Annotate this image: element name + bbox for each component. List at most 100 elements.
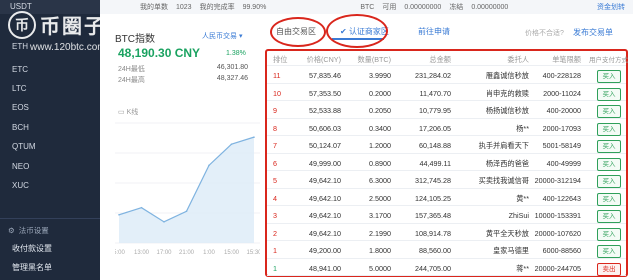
- kline-label: ▭ K线: [118, 107, 138, 117]
- qty-cell: 0.2050: [369, 106, 391, 115]
- table-row: 1 48,941.00 5.0000 244,705.00 蒋** 20000-24470…: [267, 259, 626, 276]
- price-cell: 57,353.50: [309, 88, 341, 98]
- post-order-link[interactable]: 发布交易单: [573, 27, 613, 38]
- limit-cell: 2000-11024: [543, 88, 581, 98]
- price-point: [163, 221, 165, 223]
- total-cell: 88,560.00: [419, 246, 451, 255]
- limit-cell: 6000-88560: [542, 246, 581, 255]
- watermark: 币 币圈子: [8, 10, 106, 39]
- price-point: [230, 143, 233, 145]
- sidebar-item-ltc[interactable]: LTC: [12, 84, 27, 93]
- sidebar-item-neo[interactable]: NEO: [12, 162, 29, 171]
- buy-button[interactable]: 买入: [597, 140, 621, 153]
- price-point: [208, 164, 210, 167]
- rank-cell: 5: [273, 176, 277, 185]
- watermark-brand: 币圈子: [40, 16, 106, 38]
- limit-cell: 2000-17093: [542, 123, 581, 133]
- total-cell: 244,705.00: [415, 263, 451, 273]
- table-row: 2 49,642.10 2.1990 108,914.78 黄平全天秒放 20000-10…: [267, 224, 626, 241]
- total-cell: 157,365.48: [415, 211, 451, 220]
- buy-button[interactable]: 买入: [597, 245, 621, 258]
- x-tick-label: 15:00: [224, 250, 240, 256]
- total-cell: 10,779.95: [419, 106, 451, 115]
- header-rank: 排位: [273, 55, 288, 64]
- limit-cell: 20000-107620: [534, 228, 581, 238]
- price-point: [140, 206, 143, 209]
- sidebar-item-eos[interactable]: EOS: [12, 103, 29, 112]
- current-price: 48,190.30 CNY: [118, 46, 201, 60]
- limit-cell: 400-228128: [542, 71, 581, 80]
- sidebar-divider: [0, 218, 100, 219]
- header-total: 总金额: [429, 55, 451, 64]
- rank-cell: 4: [273, 193, 277, 203]
- coin-logo-icon: 币: [8, 10, 36, 39]
- watermark-url: www.120btc.com: [30, 42, 106, 53]
- price-point: [185, 210, 188, 213]
- table-row: 4 49,642.10 2.5000 124,105.25 黄** 400-122643 买…: [267, 189, 626, 206]
- sidebar-section-label: 法币设置: [18, 226, 49, 235]
- price-cell: 50,124.07: [309, 141, 341, 150]
- qty-cell: 3.9990: [369, 71, 391, 80]
- x-tick-label: 1:00: [203, 250, 215, 256]
- sell-button[interactable]: 卖出: [597, 262, 621, 276]
- qty-cell: 6.3000: [369, 176, 391, 185]
- sidebar-item-etc[interactable]: ETC: [12, 65, 28, 74]
- table-row: 11 57,835.46 3.9990 231,284.02 雁鑫诚信秒放 400-228…: [267, 66, 626, 84]
- price-hint: 价格不合适?: [525, 30, 564, 37]
- stat-high-value: 48,327.46: [216, 75, 248, 82]
- frozen-label: 冻结: [449, 4, 464, 11]
- header-action: 用户支付方式: [589, 57, 628, 64]
- limit-cell: 400-20000: [546, 106, 581, 115]
- sidebar-item-payment-settings[interactable]: 收付款设置: [12, 243, 52, 254]
- total-cell: 312,745.28: [415, 176, 451, 185]
- coin-label: BTC: [360, 3, 375, 11]
- account-status-bar: 我的单数 1023 我的完成率 99.90% BTC 可用 0.00000000…: [100, 0, 633, 14]
- sidebar-section-settings: ⚙ 法币设置: [8, 225, 49, 236]
- sidebar-item-xuc[interactable]: XUC: [12, 181, 29, 190]
- rank-cell: 8: [273, 123, 277, 133]
- buy-button[interactable]: 买入: [597, 122, 621, 136]
- price-cell: 57,835.46: [309, 71, 341, 80]
- table-header: 排位 价格(CNY) 数量(BTC) 总金额 委托人 单笔限额 用户支付方式: [267, 51, 628, 66]
- price-point: [118, 213, 120, 216]
- x-tick-label: 15:30: [246, 250, 260, 256]
- buy-button[interactable]: 买入: [597, 87, 621, 101]
- highlight-circle-cert: [326, 14, 388, 48]
- qty-cell: 1.8000: [369, 246, 391, 255]
- price-cell: 49,200.00: [309, 246, 341, 255]
- limit-cell: 400-49999: [546, 158, 581, 168]
- table-row: 6 49,999.00 0.8900 44,499.11 杨泽西的爸爸 400-49999…: [267, 154, 626, 171]
- highlight-circle-free: [270, 17, 326, 47]
- rank-cell: 6: [273, 158, 277, 168]
- price-cell: 49,642.10: [309, 193, 341, 203]
- buy-button[interactable]: 买入: [597, 70, 621, 83]
- market-select[interactable]: 人民币交易 ▾: [202, 31, 242, 41]
- price-cell: 49,642.10: [309, 176, 341, 185]
- buy-button[interactable]: 买入: [597, 192, 621, 206]
- buy-button[interactable]: 买入: [597, 175, 621, 188]
- rank-cell: 9: [273, 106, 277, 115]
- buy-button[interactable]: 买入: [597, 227, 621, 241]
- sidebar-item-eth[interactable]: ETH: [12, 42, 28, 51]
- buy-button[interactable]: 买入: [597, 157, 621, 171]
- buy-button[interactable]: 买入: [597, 210, 621, 223]
- total-cell: 108,914.78: [415, 228, 451, 238]
- rank-cell: 3: [273, 211, 277, 220]
- rank-cell: 11: [273, 71, 281, 80]
- x-tick-label: 17:00: [156, 250, 172, 256]
- price-cell: 49,999.00: [309, 158, 341, 168]
- table-row: 8 50,606.03 0.3400 17,206.05 杨** 2000-17093 买入: [267, 119, 626, 136]
- rank-cell: 10: [273, 88, 281, 98]
- rank-cell: 1: [273, 246, 277, 255]
- total-cell: 60,148.88: [419, 141, 451, 150]
- sidebar-item-blacklist[interactable]: 管理黑名单: [12, 262, 52, 273]
- sidebar-item-qtum[interactable]: QTUM: [12, 142, 36, 151]
- sidebar-item-bch[interactable]: BCH: [12, 123, 29, 132]
- fund-transfer-link[interactable]: 资金划转: [597, 2, 633, 12]
- gear-icon: ⚙: [8, 226, 15, 235]
- apply-link[interactable]: 前往申请: [418, 26, 450, 37]
- price-cell: 50,606.03: [309, 123, 341, 133]
- x-tick-label: 5:00: [115, 250, 125, 256]
- buy-button[interactable]: 买入: [597, 105, 621, 118]
- pending-orders-value: 1023: [176, 3, 192, 11]
